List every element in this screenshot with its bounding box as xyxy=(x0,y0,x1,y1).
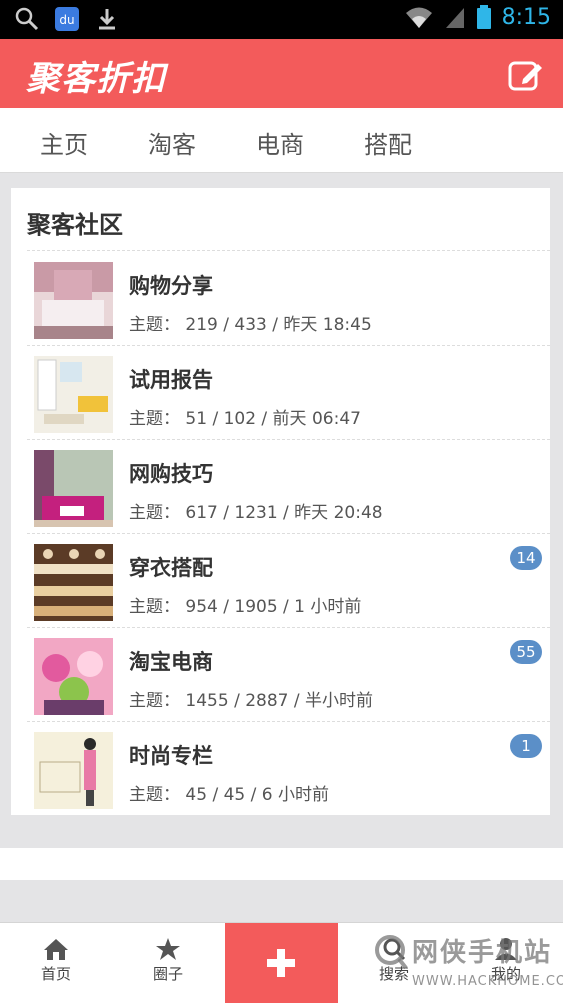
list-item[interactable]: 网购技巧 主题： 617 / 1231 / 昨天 20:48 xyxy=(27,440,550,534)
community-card: 聚客社区 购物分享 主题： 219 / 433 / 昨天 18:45 试用报告 … xyxy=(11,188,550,815)
add-post-button[interactable] xyxy=(225,923,338,1003)
nav-search-label: 搜索 xyxy=(378,965,409,983)
list-item[interactable]: 穿衣搭配 主题： 954 / 1905 / 1 小时前 14 xyxy=(27,534,550,628)
thumbnail-pink-room xyxy=(34,450,113,527)
nav-mine-label: 我的 xyxy=(490,965,521,983)
battery-icon xyxy=(476,5,491,29)
signal-icon xyxy=(445,8,464,28)
tab-outfit[interactable]: 搭配 xyxy=(364,125,412,160)
nav-mine[interactable]: 我的 xyxy=(450,923,562,1003)
thumbnail-fashion-girl xyxy=(34,732,113,809)
item-meta: 主题： 954 / 1905 / 1 小时前 xyxy=(129,597,362,617)
thumbnail-cupcakes xyxy=(34,638,113,715)
edit-icon[interactable] xyxy=(507,55,545,93)
item-meta: 主题： 617 / 1231 / 昨天 20:48 xyxy=(129,503,383,523)
thumbnail-living-room xyxy=(34,356,113,433)
item-title: 时尚专栏 xyxy=(129,744,213,768)
list-item[interactable]: 淘宝电商 主题： 1455 / 2887 / 半小时前 55 xyxy=(27,628,550,722)
baidu-icon: du xyxy=(55,7,79,31)
tab-taoke[interactable]: 淘客 xyxy=(148,125,196,160)
list-item[interactable]: 购物分享 主题： 219 / 433 / 昨天 18:45 xyxy=(27,252,550,346)
user-icon xyxy=(495,938,517,960)
download-icon xyxy=(99,9,115,30)
tab-ecommerce[interactable]: 电商 xyxy=(256,125,304,160)
top-tabs: 主页 淘客 电商 搭配 xyxy=(0,108,563,173)
item-title: 购物分享 xyxy=(129,274,213,298)
app-header: 聚客折扣 xyxy=(0,39,563,108)
item-title: 网购技巧 xyxy=(129,462,213,486)
star-icon xyxy=(156,938,180,960)
search-icon xyxy=(383,938,406,961)
item-meta: 主题： 51 / 102 / 前天 06:47 xyxy=(129,409,361,429)
bottom-nav: 首页 圈子 搜索 我的 xyxy=(0,922,563,1003)
home-icon xyxy=(44,939,68,960)
item-title: 穿衣搭配 xyxy=(129,556,213,580)
item-title: 试用报告 xyxy=(129,368,213,392)
wifi-icon xyxy=(405,7,432,28)
clock-text: 8:15 xyxy=(501,4,551,30)
item-meta: 主题： 45 / 45 / 6 小时前 xyxy=(129,785,329,805)
community-title: 聚客社区 xyxy=(27,211,123,239)
svg-text:du: du xyxy=(59,13,74,27)
thumbnail-cakes xyxy=(34,544,113,621)
nav-circle-label: 圈子 xyxy=(152,965,183,983)
list-item[interactable]: 时尚专栏 主题： 45 / 45 / 6 小时前 1 xyxy=(27,722,550,815)
nav-circle[interactable]: 圈子 xyxy=(112,923,224,1003)
tab-home[interactable]: 主页 xyxy=(40,125,88,160)
unread-badge: 55 xyxy=(510,640,542,664)
nav-search[interactable]: 搜索 xyxy=(338,923,450,1003)
nav-home-label: 首页 xyxy=(40,965,71,983)
search-icon xyxy=(15,7,39,31)
status-bar: du 8:15 xyxy=(0,0,563,39)
thumbnail-bedroom xyxy=(34,262,113,339)
unread-badge: 1 xyxy=(510,734,542,758)
divider xyxy=(27,250,550,251)
item-meta: 主题： 1455 / 2887 / 半小时前 xyxy=(129,691,374,711)
list-item[interactable]: 试用报告 主题： 51 / 102 / 前天 06:47 xyxy=(27,346,550,440)
nav-home[interactable]: 首页 xyxy=(0,923,112,1003)
unread-badge: 14 xyxy=(510,546,542,570)
content-band xyxy=(0,848,563,880)
item-title: 淘宝电商 xyxy=(129,650,213,674)
app-logo: 聚客折扣 xyxy=(26,59,166,99)
item-meta: 主题： 219 / 433 / 昨天 18:45 xyxy=(129,315,372,335)
plus-icon xyxy=(267,949,295,977)
